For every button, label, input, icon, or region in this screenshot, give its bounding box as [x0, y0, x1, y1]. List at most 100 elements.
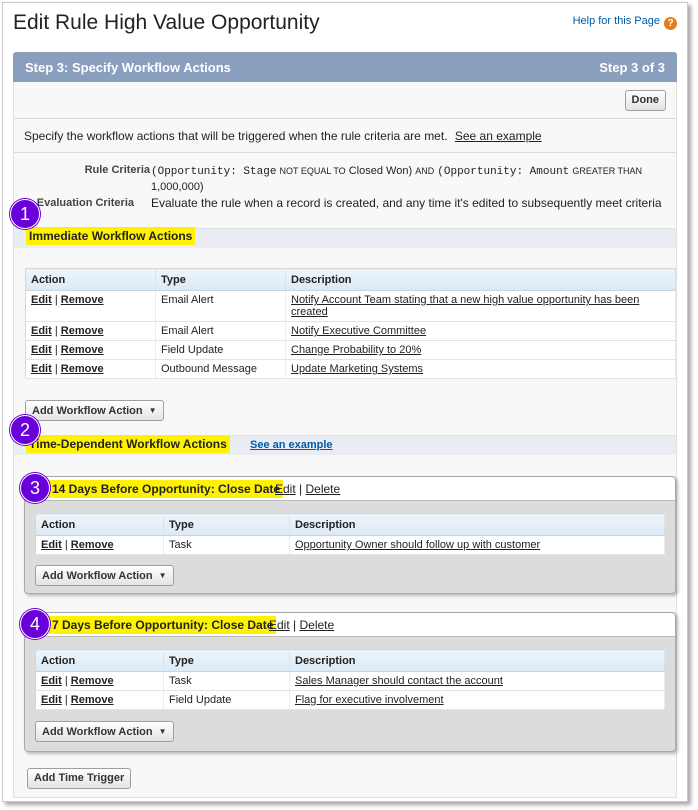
time-trigger-delete-link[interactable]: Delete	[299, 618, 334, 632]
rule-value-2: 1,000,000)	[151, 181, 204, 193]
column-header-action: Action	[35, 513, 164, 536]
chevron-down-icon: ▼	[148, 406, 157, 415]
remove-link[interactable]: Remove	[61, 344, 104, 356]
time-trigger-edit-link[interactable]: Edit	[269, 618, 290, 632]
step-body: Done Specify the workflow actions that w…	[10, 82, 677, 798]
add-workflow-action-button[interactable]: Add Workflow Action ▼	[35, 565, 174, 586]
time-trigger-panel: 7 Days Before Opportunity: Close Date Ed…	[24, 612, 676, 752]
action-type: Email Alert	[155, 290, 286, 322]
chevron-down-icon: ▼	[158, 571, 167, 580]
callout-badge-2: 2	[10, 415, 40, 445]
action-description-link[interactable]: Notify Account Team stating that a new h…	[291, 294, 639, 318]
table-row: Edit | Remove Field Update Flag for exec…	[35, 690, 665, 710]
help-link[interactable]: Help for this Page?	[573, 15, 677, 30]
action-description-link[interactable]: Flag for executive involvement	[295, 694, 444, 706]
action-description-link[interactable]: Notify Executive Committee	[291, 325, 426, 337]
callout-badge-3: 3	[20, 473, 50, 503]
rule-field-2: (Opportunity: Amount	[437, 166, 570, 178]
chevron-down-icon: ▼	[158, 727, 167, 736]
page-frame: Edit Rule High Value Opportunity Help fo…	[2, 2, 688, 802]
action-type: Email Alert	[155, 321, 286, 341]
action-type: Field Update	[155, 340, 286, 360]
callout-badge-1: 1	[10, 199, 40, 229]
table-header-row: Action Type Description	[25, 268, 676, 291]
edit-link[interactable]: Edit	[31, 344, 52, 356]
page-title: Edit Rule High Value Opportunity	[13, 11, 320, 34]
table-header-row: Action Type Description	[35, 649, 665, 672]
time-trigger-title: 14 Days Before Opportunity: Close Date	[49, 480, 284, 498]
callout-badge-4: 4	[20, 609, 50, 639]
time-trigger-links: Edit | Delete	[269, 618, 335, 632]
column-header-type: Type	[155, 268, 286, 291]
action-type: Outbound Message	[155, 359, 286, 379]
add-workflow-action-label: Add Workflow Action	[32, 405, 143, 417]
remove-link[interactable]: Remove	[71, 539, 114, 551]
rule-operator-2: greater than	[572, 166, 643, 176]
column-header-description: Description	[289, 649, 665, 672]
done-button[interactable]: Done	[624, 90, 666, 111]
rule-operator-1: not equal to	[279, 166, 346, 176]
rule-field-1: (Opportunity: Stage	[151, 166, 277, 178]
rule-criteria-label: Rule Criteria	[84, 164, 150, 176]
action-description-link[interactable]: Opportunity Owner should follow up with …	[295, 539, 540, 551]
time-trigger-actions-table: Action Type Description Edit | Remove Ta…	[35, 649, 665, 710]
time-trigger-title: 7 Days Before Opportunity: Close Date	[49, 616, 277, 634]
table-header-row: Action Type Description	[35, 513, 665, 536]
remove-link[interactable]: Remove	[61, 294, 104, 306]
edit-link[interactable]: Edit	[41, 539, 62, 551]
edit-link[interactable]: Edit	[41, 694, 62, 706]
action-description-link[interactable]: Sales Manager should contact the account	[295, 675, 503, 687]
divider	[14, 152, 676, 153]
help-icon: ?	[664, 17, 677, 30]
table-row: Edit | Remove Task Sales Manager should …	[35, 671, 665, 691]
rule-criteria-value: (Opportunity: Stage not equal to Closed …	[151, 164, 671, 195]
add-workflow-action-label: Add Workflow Action	[42, 570, 153, 582]
table-row: Edit | Remove Field Update Change Probab…	[25, 340, 676, 360]
action-description-link[interactable]: Change Probability to 20%	[291, 344, 421, 356]
table-row: Edit | Remove Task Opportunity Owner sho…	[35, 535, 665, 555]
rule-value-1: Closed Won)	[348, 165, 413, 177]
remove-link[interactable]: Remove	[61, 325, 104, 337]
add-time-trigger-button[interactable]: Add Time Trigger	[27, 768, 132, 789]
time-trigger-delete-link[interactable]: Delete	[305, 482, 340, 496]
time-trigger-panel: 14 Days Before Opportunity: Close Date E…	[24, 476, 676, 594]
column-header-action: Action	[35, 649, 164, 672]
immediate-actions-table: Action Type Description Edit | Remove Em…	[25, 268, 676, 379]
instruction-label: Specify the workflow actions that will b…	[24, 129, 448, 143]
table-row: Edit | Remove Email Alert Notify Account…	[25, 290, 676, 322]
time-trigger-edit-link[interactable]: Edit	[275, 482, 296, 496]
action-type: Field Update	[163, 690, 290, 710]
time-dependent-see-example-link[interactable]: See an example	[250, 439, 333, 451]
column-header-type: Type	[163, 649, 290, 672]
instruction-text: Specify the workflow actions that will b…	[24, 129, 542, 143]
add-workflow-action-button[interactable]: Add Workflow Action ▼	[25, 400, 164, 421]
column-header-description: Description	[289, 513, 665, 536]
immediate-section-title: Immediate Workflow Actions	[26, 227, 196, 245]
time-dependent-section-title: Time-Dependent Workflow Actions	[26, 435, 230, 453]
see-example-link[interactable]: See an example	[455, 129, 542, 143]
edit-link[interactable]: Edit	[31, 363, 52, 375]
add-workflow-action-button[interactable]: Add Workflow Action ▼	[35, 721, 174, 742]
action-type: Task	[163, 535, 290, 555]
rule-and: and	[415, 166, 435, 176]
step-progress: Step 3 of 3	[599, 60, 665, 75]
add-workflow-action-label: Add Workflow Action	[42, 726, 153, 738]
column-header-type: Type	[163, 513, 290, 536]
table-row: Edit | Remove Email Alert Notify Executi…	[25, 321, 676, 341]
step-title: Step 3: Specify Workflow Actions	[25, 60, 231, 75]
time-trigger-header: 14 Days Before Opportunity: Close Date E…	[25, 477, 675, 501]
time-trigger-header: 7 Days Before Opportunity: Close Date Ed…	[25, 613, 675, 637]
column-header-action: Action	[25, 268, 156, 291]
remove-link[interactable]: Remove	[61, 363, 104, 375]
edit-link[interactable]: Edit	[41, 675, 62, 687]
edit-link[interactable]: Edit	[31, 294, 52, 306]
time-trigger-actions-table: Action Type Description Edit | Remove Ta…	[35, 513, 665, 555]
remove-link[interactable]: Remove	[71, 694, 114, 706]
step-header: Step 3: Specify Workflow Actions Step 3 …	[13, 52, 677, 82]
action-type: Task	[163, 671, 290, 691]
evaluation-criteria-value: Evaluate the rule when a record is creat…	[151, 196, 662, 210]
divider	[14, 118, 676, 119]
edit-link[interactable]: Edit	[31, 325, 52, 337]
remove-link[interactable]: Remove	[71, 675, 114, 687]
action-description-link[interactable]: Update Marketing Systems	[291, 363, 423, 375]
